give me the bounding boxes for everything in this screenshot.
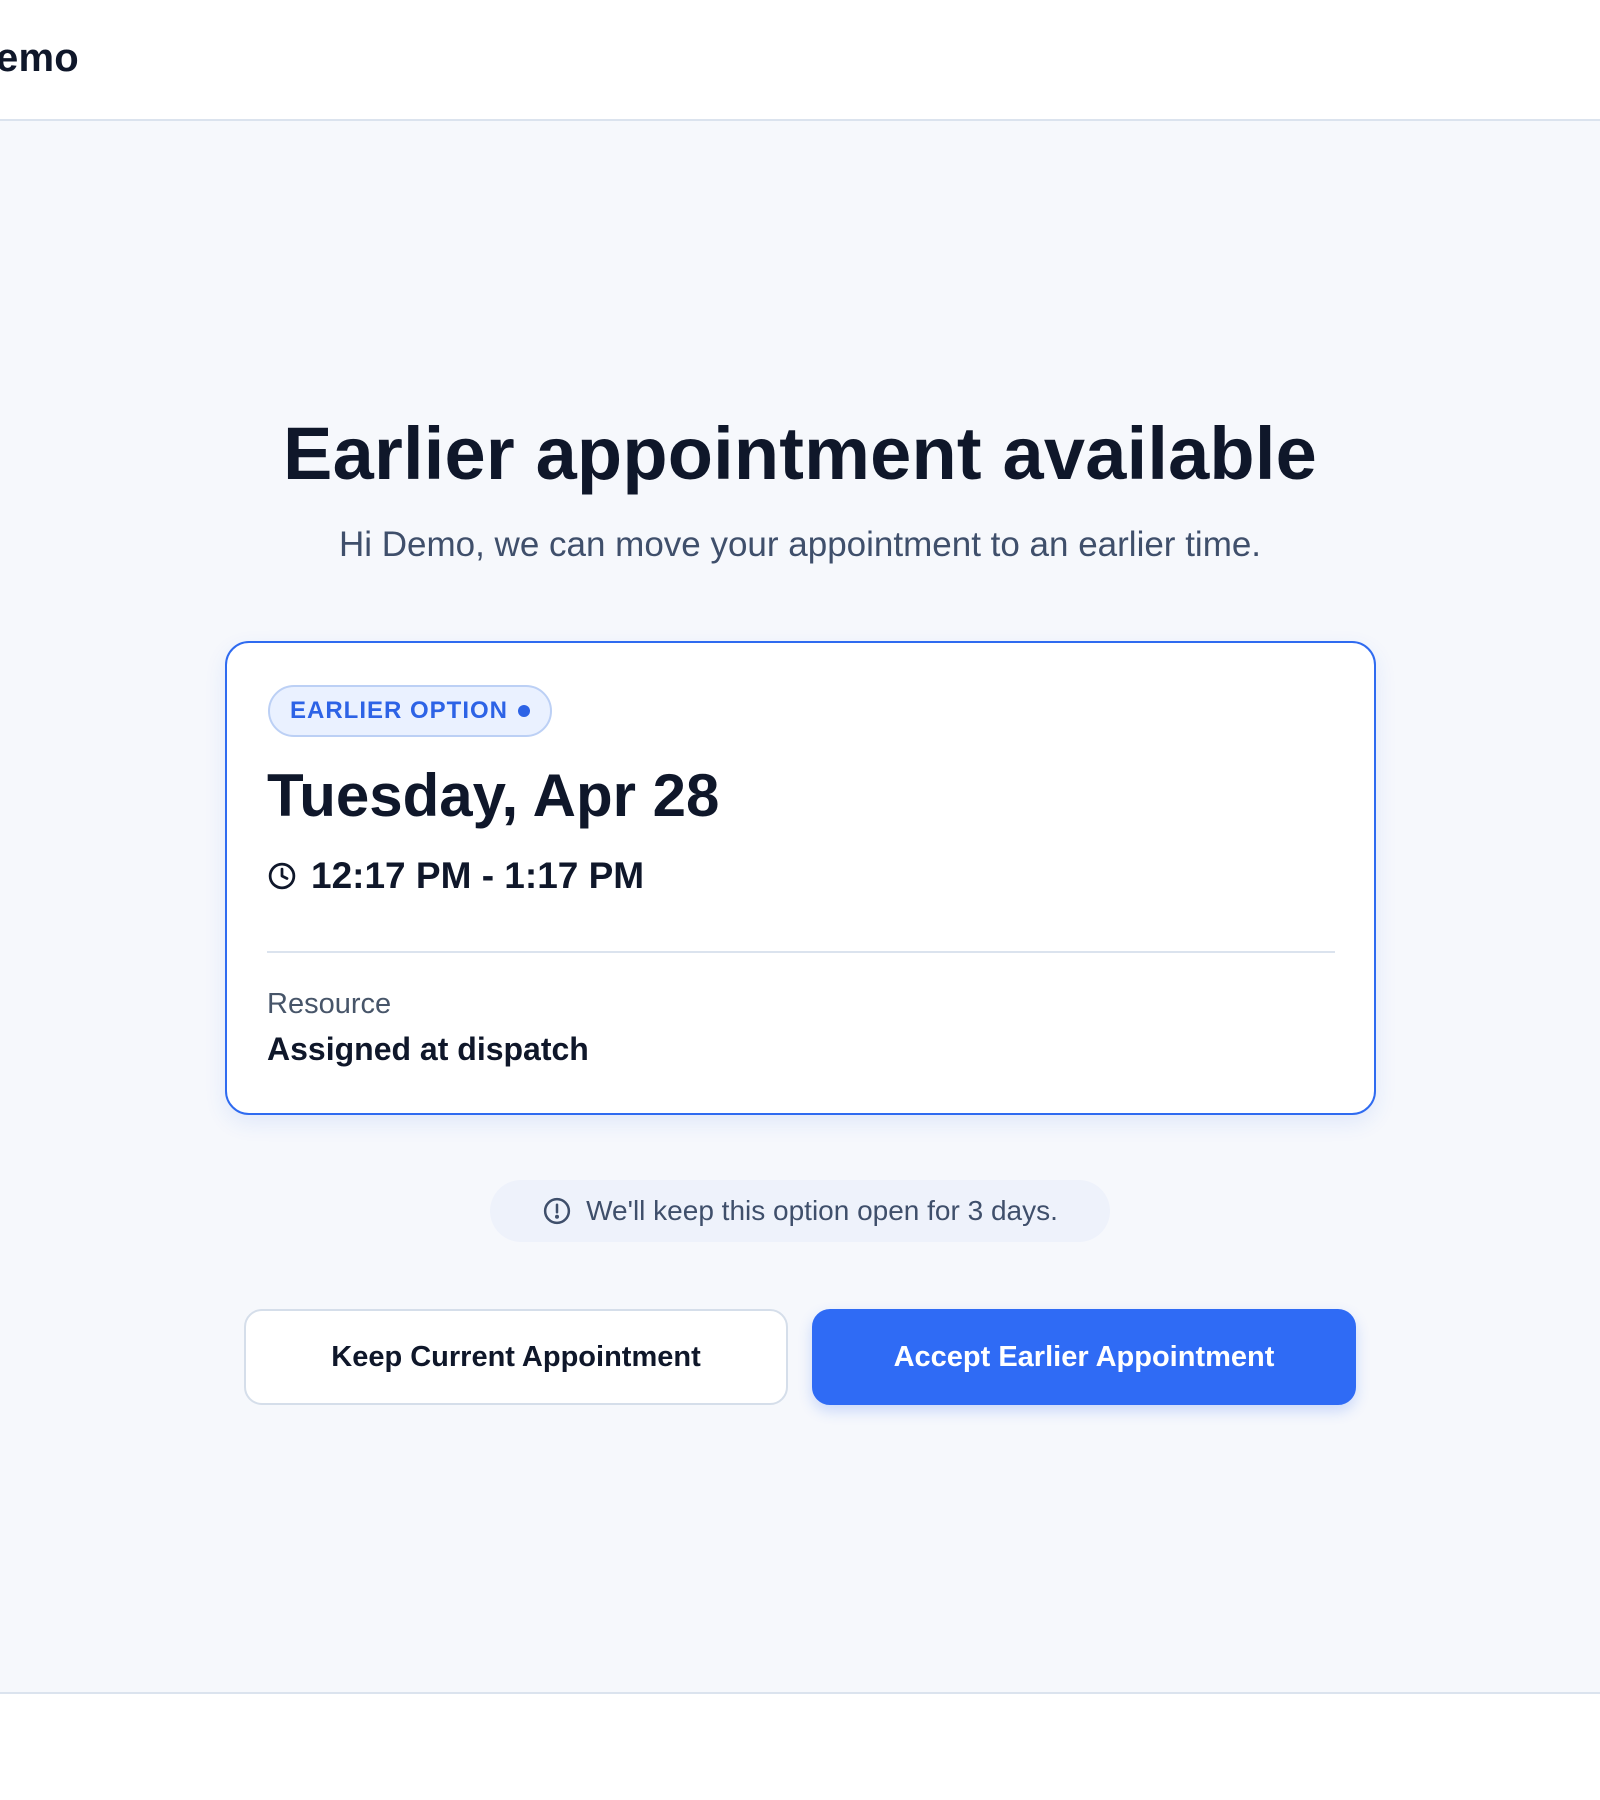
page-title: Earlier appointment available <box>283 412 1317 495</box>
brand-name: emo <box>0 36 79 80</box>
page-subtitle: Hi Demo, we can move your appointment to… <box>338 525 1262 564</box>
clock-icon <box>268 862 296 890</box>
appointment-time: 12:17 PM - 1:17 PM <box>311 855 645 896</box>
badge-label: EARLIER OPTION <box>290 697 509 724</box>
keep-current-appointment-button[interactable]: Keep Current Appointment <box>244 1309 788 1405</box>
main-content: Earlier appointment available Hi Demo, w… <box>0 121 1600 1694</box>
resource-label: Resource <box>267 988 392 1020</box>
card-divider <box>267 951 1335 953</box>
badge-dot-icon <box>518 705 531 717</box>
appointment-card: EARLIER OPTION Tuesday, Apr 28 12:17 PM … <box>225 641 1376 1115</box>
top-header: emo <box>0 0 1600 121</box>
accept-earlier-appointment-button[interactable]: Accept Earlier Appointment <box>812 1309 1356 1405</box>
info-circle-icon <box>543 1197 571 1225</box>
page: emo Earlier appointment available Hi Dem… <box>0 0 1600 1800</box>
notice-text: We'll keep this option open for 3 days. <box>586 1195 1058 1226</box>
appointment-date: Tuesday, Apr 28 <box>267 762 720 829</box>
earlier-option-badge: EARLIER OPTION <box>268 685 553 737</box>
option-expiry-notice: We'll keep this option open for 3 days. <box>490 1180 1110 1242</box>
appointment-time-row: 12:17 PM - 1:17 PM <box>267 855 644 897</box>
resource-value: Assigned at dispatch <box>267 1031 589 1067</box>
